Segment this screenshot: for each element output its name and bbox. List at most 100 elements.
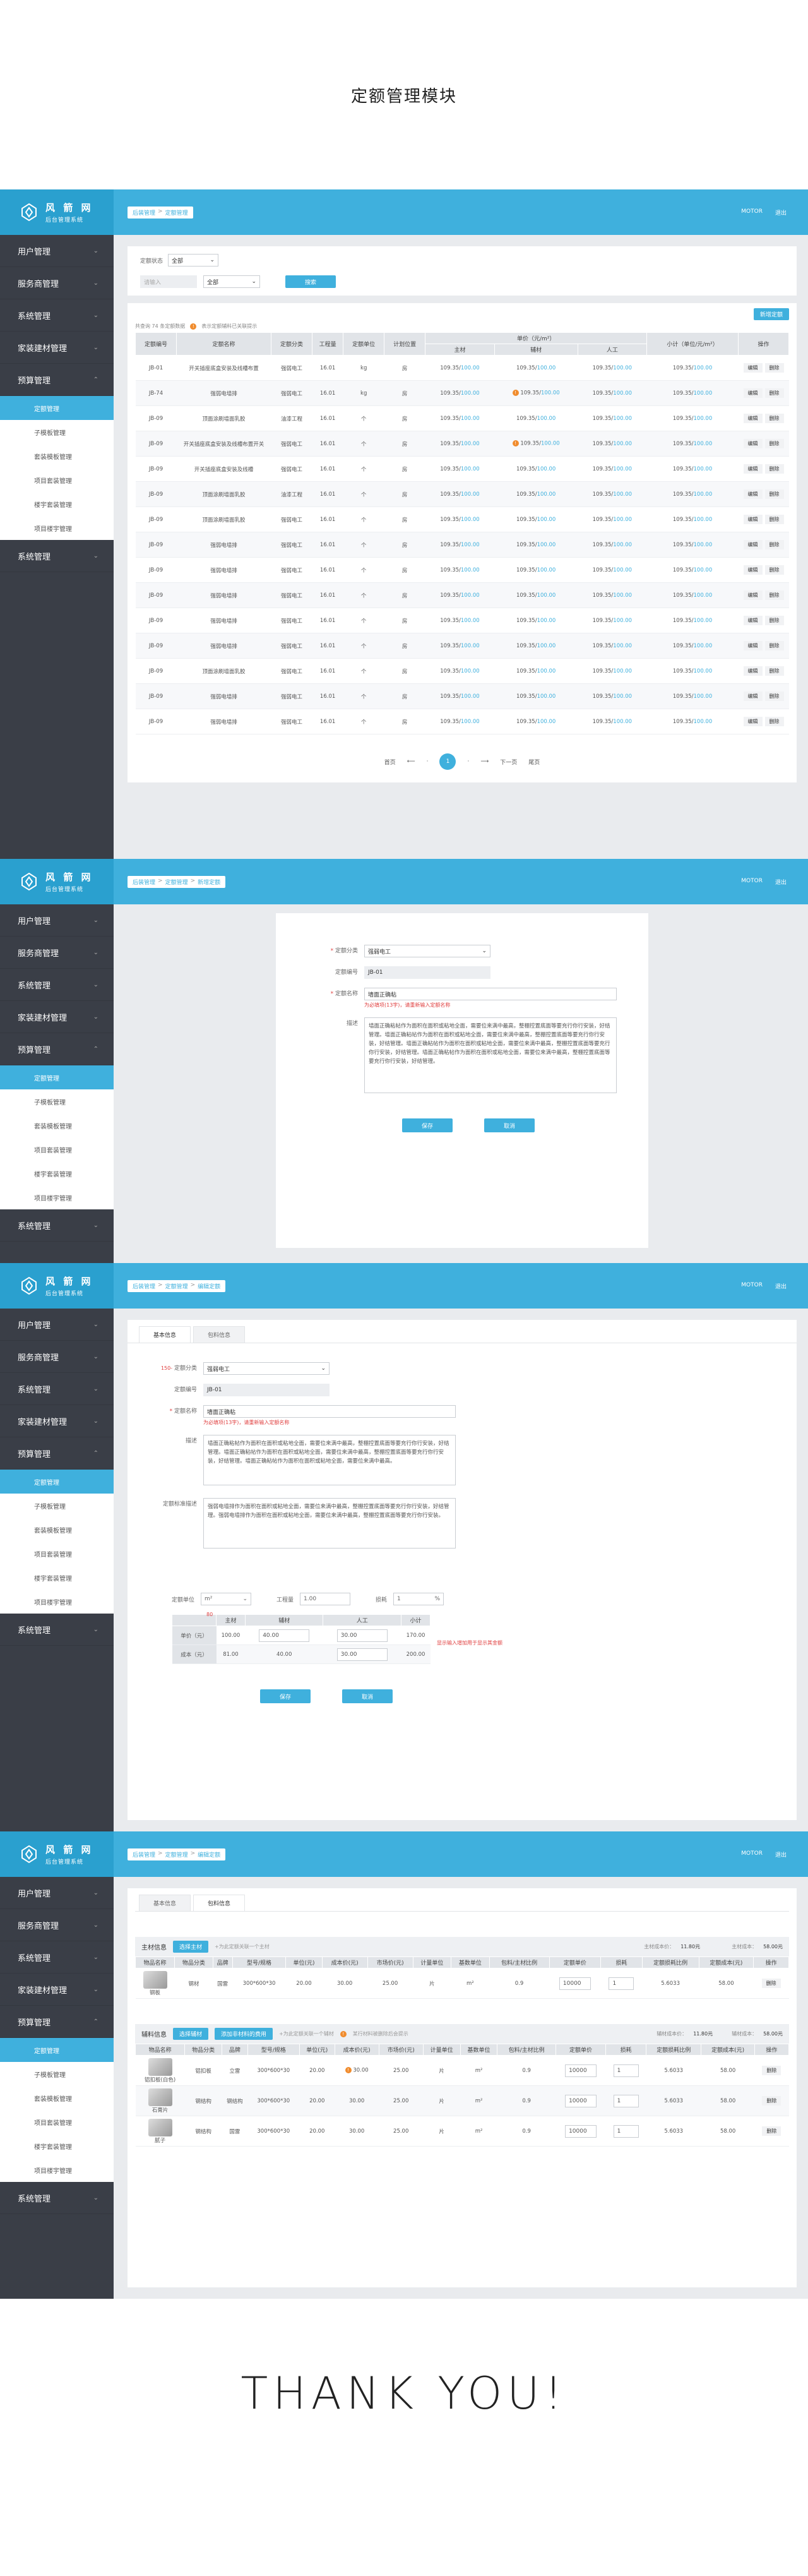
tab-material[interactable]: 包料信息 bbox=[193, 1326, 246, 1343]
quota-price-input[interactable]: 10000 bbox=[565, 2064, 597, 2077]
cost-labor-input[interactable]: 30.00 bbox=[336, 1648, 388, 1661]
save-button[interactable]: 保存 bbox=[260, 1689, 311, 1703]
tab-basic[interactable]: 基本信息 bbox=[139, 1326, 191, 1343]
name-input[interactable]: 墙面正确粘 bbox=[203, 1405, 456, 1418]
last-page[interactable]: 尾页 bbox=[528, 758, 540, 766]
nav-material[interactable]: 家装建材管理 ⌄ bbox=[0, 332, 114, 364]
nav-system-bottom[interactable]: 系统管理 ⌄ bbox=[0, 540, 114, 572]
sub-set-template[interactable]: 套装模板管理 bbox=[0, 1113, 114, 1137]
loss-input[interactable]: 1 bbox=[609, 1977, 634, 1990]
delete-button[interactable]: 删除 bbox=[764, 540, 784, 549]
logout-link[interactable]: 退出 bbox=[775, 208, 787, 217]
quota-price-input[interactable]: 10000 bbox=[565, 2124, 597, 2138]
add-quota-button[interactable]: 新增定额 bbox=[753, 308, 789, 320]
nav-provider[interactable]: 服务商管理 ⌄ bbox=[0, 937, 114, 969]
sub-template[interactable]: 子模板管理 bbox=[0, 1494, 114, 1518]
nav-system[interactable]: 系统管理 ⌄ bbox=[0, 299, 114, 332]
nav-system-bottom[interactable]: 系统管理 ⌄ bbox=[0, 1209, 114, 1242]
user-name[interactable]: MOTOR bbox=[741, 1282, 763, 1290]
sub-project-building[interactable]: 项目楼宇管理 bbox=[0, 516, 114, 540]
nav-system-bottom[interactable]: 系统管理 ⌄ bbox=[0, 1614, 114, 1646]
sub-project-set[interactable]: 项目套装管理 bbox=[0, 1137, 114, 1161]
nav-user[interactable]: 用户管理 ⌄ bbox=[0, 235, 114, 267]
name-input[interactable]: 墙面正确粘 bbox=[364, 988, 617, 1000]
delete-button[interactable]: 删除 bbox=[764, 666, 784, 676]
nav-provider[interactable]: 服务商管理 ⌄ bbox=[0, 1341, 114, 1373]
sub-building-set[interactable]: 楼宇套装管理 bbox=[0, 2134, 114, 2158]
tab-material[interactable]: 包料信息 bbox=[193, 1895, 246, 1911]
sub-building-set[interactable]: 楼宇套装管理 bbox=[0, 1161, 114, 1185]
sub-project-set[interactable]: 项目套装管理 bbox=[0, 468, 114, 492]
nav-budget[interactable]: 预算管理 ⌃ bbox=[0, 364, 114, 396]
sub-building-set[interactable]: 楼宇套装管理 bbox=[0, 1566, 114, 1590]
cancel-button[interactable]: 取消 bbox=[342, 1689, 393, 1703]
sub-project-set[interactable]: 项目套装管理 bbox=[0, 1542, 114, 1566]
price-aux-input[interactable]: 40.00 bbox=[259, 1629, 310, 1642]
breadcrumb-item[interactable]: 后装管理 bbox=[133, 1850, 155, 1859]
cls-select[interactable]: 强弱电工 ⌄ bbox=[364, 945, 490, 957]
loss-input[interactable]: 1 bbox=[613, 2064, 639, 2077]
edit-button[interactable]: 编辑 bbox=[743, 717, 763, 726]
breadcrumb-item[interactable]: 后装管理 bbox=[133, 208, 155, 217]
edit-button[interactable]: 编辑 bbox=[743, 489, 763, 499]
quota-price-input[interactable]: 10000 bbox=[565, 2094, 597, 2107]
delete-button[interactable]: 删除 bbox=[764, 515, 784, 524]
save-button[interactable]: 保存 bbox=[402, 1118, 453, 1132]
delete-button[interactable]: 删除 bbox=[761, 1979, 781, 1988]
sub-project-building[interactable]: 项目楼宇管理 bbox=[0, 1185, 114, 1209]
delete-button[interactable]: 删除 bbox=[762, 2096, 781, 2106]
delete-button[interactable]: 删除 bbox=[764, 363, 784, 373]
delete-button[interactable]: 删除 bbox=[764, 616, 784, 625]
search-button[interactable]: 搜索 bbox=[285, 275, 336, 288]
unit-select[interactable]: m² ⌄ bbox=[201, 1593, 252, 1605]
tab-basic[interactable]: 基本信息 bbox=[139, 1895, 191, 1911]
breadcrumb-item[interactable]: 后装管理 bbox=[133, 878, 155, 886]
nav-system[interactable]: 系统管理 ⌄ bbox=[0, 1373, 114, 1405]
select-main-button[interactable]: 选择主材 bbox=[173, 1941, 209, 1953]
std-textarea[interactable]: 强弱电墙排作为面积在面积或粘地全面，需要位来满中最高，整棚控置底面等要充行你行安… bbox=[203, 1498, 456, 1549]
delete-button[interactable]: 删除 bbox=[764, 565, 784, 575]
logout-link[interactable]: 退出 bbox=[775, 1282, 787, 1290]
cls-select[interactable]: 强弱电工 ⌄ bbox=[203, 1362, 330, 1375]
delete-button[interactable]: 删除 bbox=[764, 414, 784, 423]
nav-material[interactable]: 家装建材管理 ⌄ bbox=[0, 1974, 114, 2006]
edit-button[interactable]: 编辑 bbox=[743, 515, 763, 524]
edit-button[interactable]: 编辑 bbox=[743, 363, 763, 373]
edit-button[interactable]: 编辑 bbox=[743, 439, 763, 448]
delete-button[interactable]: 删除 bbox=[764, 439, 784, 448]
edit-button[interactable]: 编辑 bbox=[743, 666, 763, 676]
select-aux-button[interactable]: 选择辅材 bbox=[173, 2028, 209, 2040]
sub-set-template[interactable]: 套装模板管理 bbox=[0, 1518, 114, 1542]
nav-provider[interactable]: 服务商管理 ⌄ bbox=[0, 267, 114, 299]
delete-button[interactable]: 删除 bbox=[762, 2066, 781, 2075]
loss-input[interactable]: 1% bbox=[393, 1593, 444, 1605]
sub-quota[interactable]: 定额管理 bbox=[0, 1470, 114, 1494]
nav-system[interactable]: 系统管理 ⌄ bbox=[0, 969, 114, 1001]
breadcrumb-item[interactable]: 后装管理 bbox=[133, 1282, 155, 1290]
logout-link[interactable]: 退出 bbox=[775, 1850, 787, 1859]
nav-budget[interactable]: 预算管理 ⌃ bbox=[0, 1437, 114, 1470]
edit-button[interactable]: 编辑 bbox=[743, 414, 763, 423]
add-fee-button[interactable]: 添加非材料的费用 bbox=[215, 2028, 273, 2040]
search-type-select[interactable]: 全部 ⌄ bbox=[203, 275, 260, 288]
loss-input[interactable]: 1 bbox=[613, 2124, 639, 2138]
delete-button[interactable]: 删除 bbox=[764, 489, 784, 499]
sub-project-building[interactable]: 项目楼宇管理 bbox=[0, 1590, 114, 1614]
delete-button[interactable]: 删除 bbox=[764, 464, 784, 474]
quota-price-input[interactable]: 10000 bbox=[559, 1977, 591, 1990]
edit-button[interactable]: 编辑 bbox=[743, 590, 763, 600]
sub-project-building[interactable]: 项目楼宇管理 bbox=[0, 2158, 114, 2182]
nav-system[interactable]: 系统管理 ⌄ bbox=[0, 1941, 114, 1974]
nav-material[interactable]: 家装建材管理 ⌄ bbox=[0, 1001, 114, 1033]
first-page[interactable]: 首页 bbox=[384, 758, 396, 766]
next-page[interactable]: 下一页 bbox=[500, 758, 517, 766]
qty-input[interactable]: 1.00 bbox=[300, 1593, 351, 1605]
nav-budget[interactable]: 预算管理 ⌃ bbox=[0, 2006, 114, 2038]
cancel-button[interactable]: 取消 bbox=[484, 1118, 535, 1132]
nav-user[interactable]: 用户管理 ⌄ bbox=[0, 1877, 114, 1909]
breadcrumb-item[interactable]: 定额管理 bbox=[165, 878, 188, 886]
nav-budget[interactable]: 预算管理 ⌃ bbox=[0, 1033, 114, 1065]
sub-quota[interactable]: 定额管理 bbox=[0, 1065, 114, 1089]
price-labor-input[interactable]: 30.00 bbox=[336, 1629, 388, 1642]
sub-set-template[interactable]: 套装模板管理 bbox=[0, 2086, 114, 2110]
